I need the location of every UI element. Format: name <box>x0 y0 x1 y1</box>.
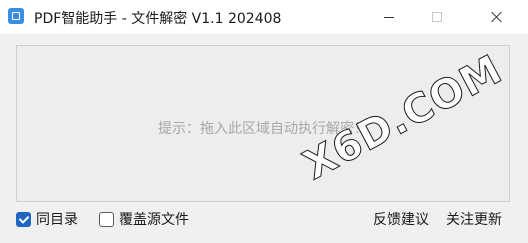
close-button[interactable] <box>474 0 520 34</box>
window-title: PDF智能助手 - 文件解密 V1.1 202408 <box>34 11 282 27</box>
feedback-link[interactable]: 反馈建议 <box>373 209 429 229</box>
same-directory-checkbox[interactable] <box>16 211 31 227</box>
same-directory-option[interactable]: 同目录 <box>16 209 78 229</box>
same-directory-label: 同目录 <box>36 212 78 228</box>
follow-update-link[interactable]: 关注更新 <box>446 209 502 229</box>
bottom-bar: 同目录 覆盖源文件 反馈建议 关注更新 <box>0 206 528 236</box>
maximize-button[interactable] <box>414 0 460 34</box>
maximize-icon <box>432 12 442 22</box>
app-icon <box>8 8 24 24</box>
overwrite-source-checkbox[interactable] <box>99 211 114 227</box>
title-bar: PDF智能助手 - 文件解密 V1.1 202408 <box>0 0 528 34</box>
close-icon <box>491 11 503 23</box>
overwrite-source-option[interactable]: 覆盖源文件 <box>99 209 189 229</box>
minimize-icon <box>384 16 394 18</box>
overwrite-source-label: 覆盖源文件 <box>119 212 189 228</box>
minimize-button[interactable] <box>366 0 412 34</box>
